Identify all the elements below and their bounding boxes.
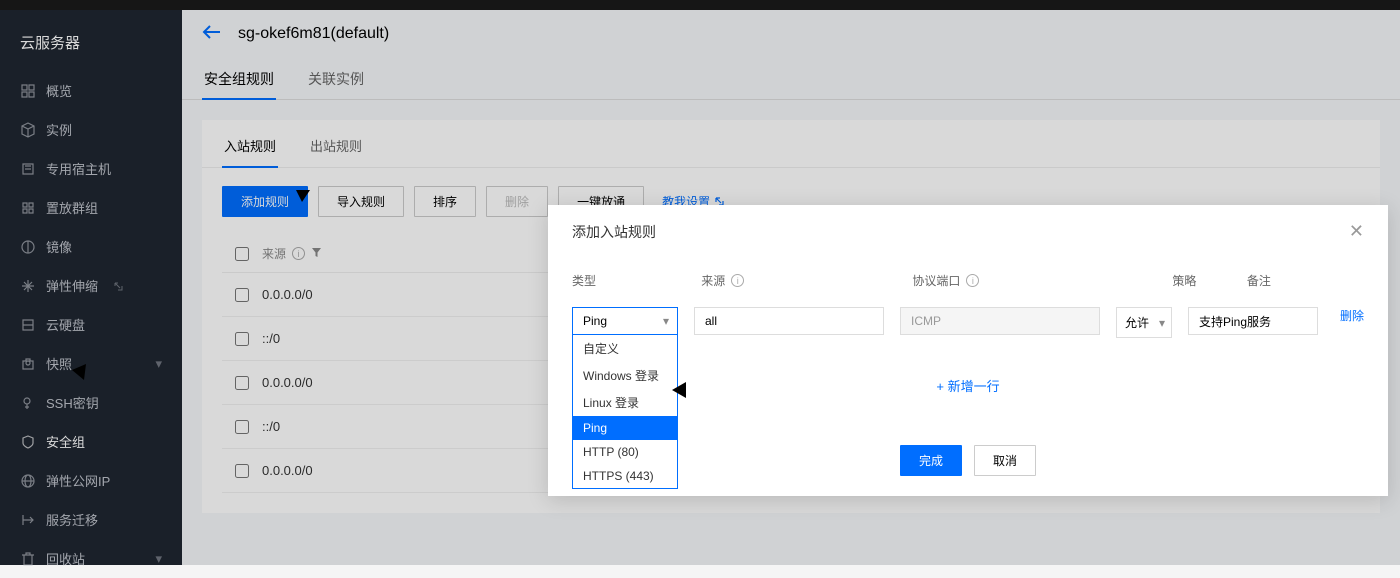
protocol-input (900, 307, 1100, 335)
dropdown-option-1[interactable]: Windows 登录 (573, 362, 677, 389)
confirm-button[interactable]: 完成 (900, 445, 962, 476)
info-icon[interactable]: i (966, 274, 979, 287)
modal-header: 添加入站规则 ✕ (548, 205, 1388, 258)
dropdown-option-0[interactable]: 自定义 (573, 335, 677, 362)
add-row-section: + 新增一行 (572, 346, 1364, 405)
type-select[interactable]: Ping (572, 307, 678, 335)
header-remark: 备注 (1247, 272, 1364, 289)
rule-form-row: Ping 自定义Windows 登录Linux 登录PingHTTP (80)H… (572, 299, 1364, 346)
add-row-link[interactable]: + 新增一行 (936, 379, 999, 394)
type-dropdown: 自定义Windows 登录Linux 登录PingHTTP (80)HTTPS … (572, 335, 678, 489)
remark-input[interactable] (1188, 307, 1318, 335)
form-header: 类型 来源 i 协议端口 i 策略 备注 (572, 258, 1364, 299)
type-select-wrapper: Ping 自定义Windows 登录Linux 登录PingHTTP (80)H… (572, 307, 678, 335)
close-icon[interactable]: ✕ (1349, 221, 1364, 242)
modal-body: 类型 来源 i 协议端口 i 策略 备注 Ping 自定义Windows 登录L… (548, 258, 1388, 425)
cancel-button[interactable]: 取消 (974, 445, 1036, 476)
info-icon[interactable]: i (731, 274, 744, 287)
policy-select[interactable]: 允许 (1116, 307, 1172, 338)
delete-row-link[interactable]: 删除 (1340, 307, 1364, 324)
dropdown-option-2[interactable]: Linux 登录 (573, 389, 677, 416)
dropdown-option-3[interactable]: Ping (573, 416, 677, 440)
modal-title: 添加入站规则 (572, 222, 656, 242)
header-source-label: 来源 (701, 272, 725, 289)
header-policy: 策略 (1172, 272, 1231, 289)
add-rule-modal: 添加入站规则 ✕ 类型 来源 i 协议端口 i 策略 备注 Ping 自定义Wi… (548, 205, 1388, 496)
source-input[interactable] (694, 307, 884, 335)
header-protocol: 协议端口 i (912, 272, 1156, 289)
dropdown-option-5[interactable]: HTTPS (443) (573, 464, 677, 488)
dropdown-option-4[interactable]: HTTP (80) (573, 440, 677, 464)
header-source: 来源 i (701, 272, 896, 289)
header-protocol-label: 协议端口 (912, 272, 960, 289)
header-type: 类型 (572, 272, 685, 289)
